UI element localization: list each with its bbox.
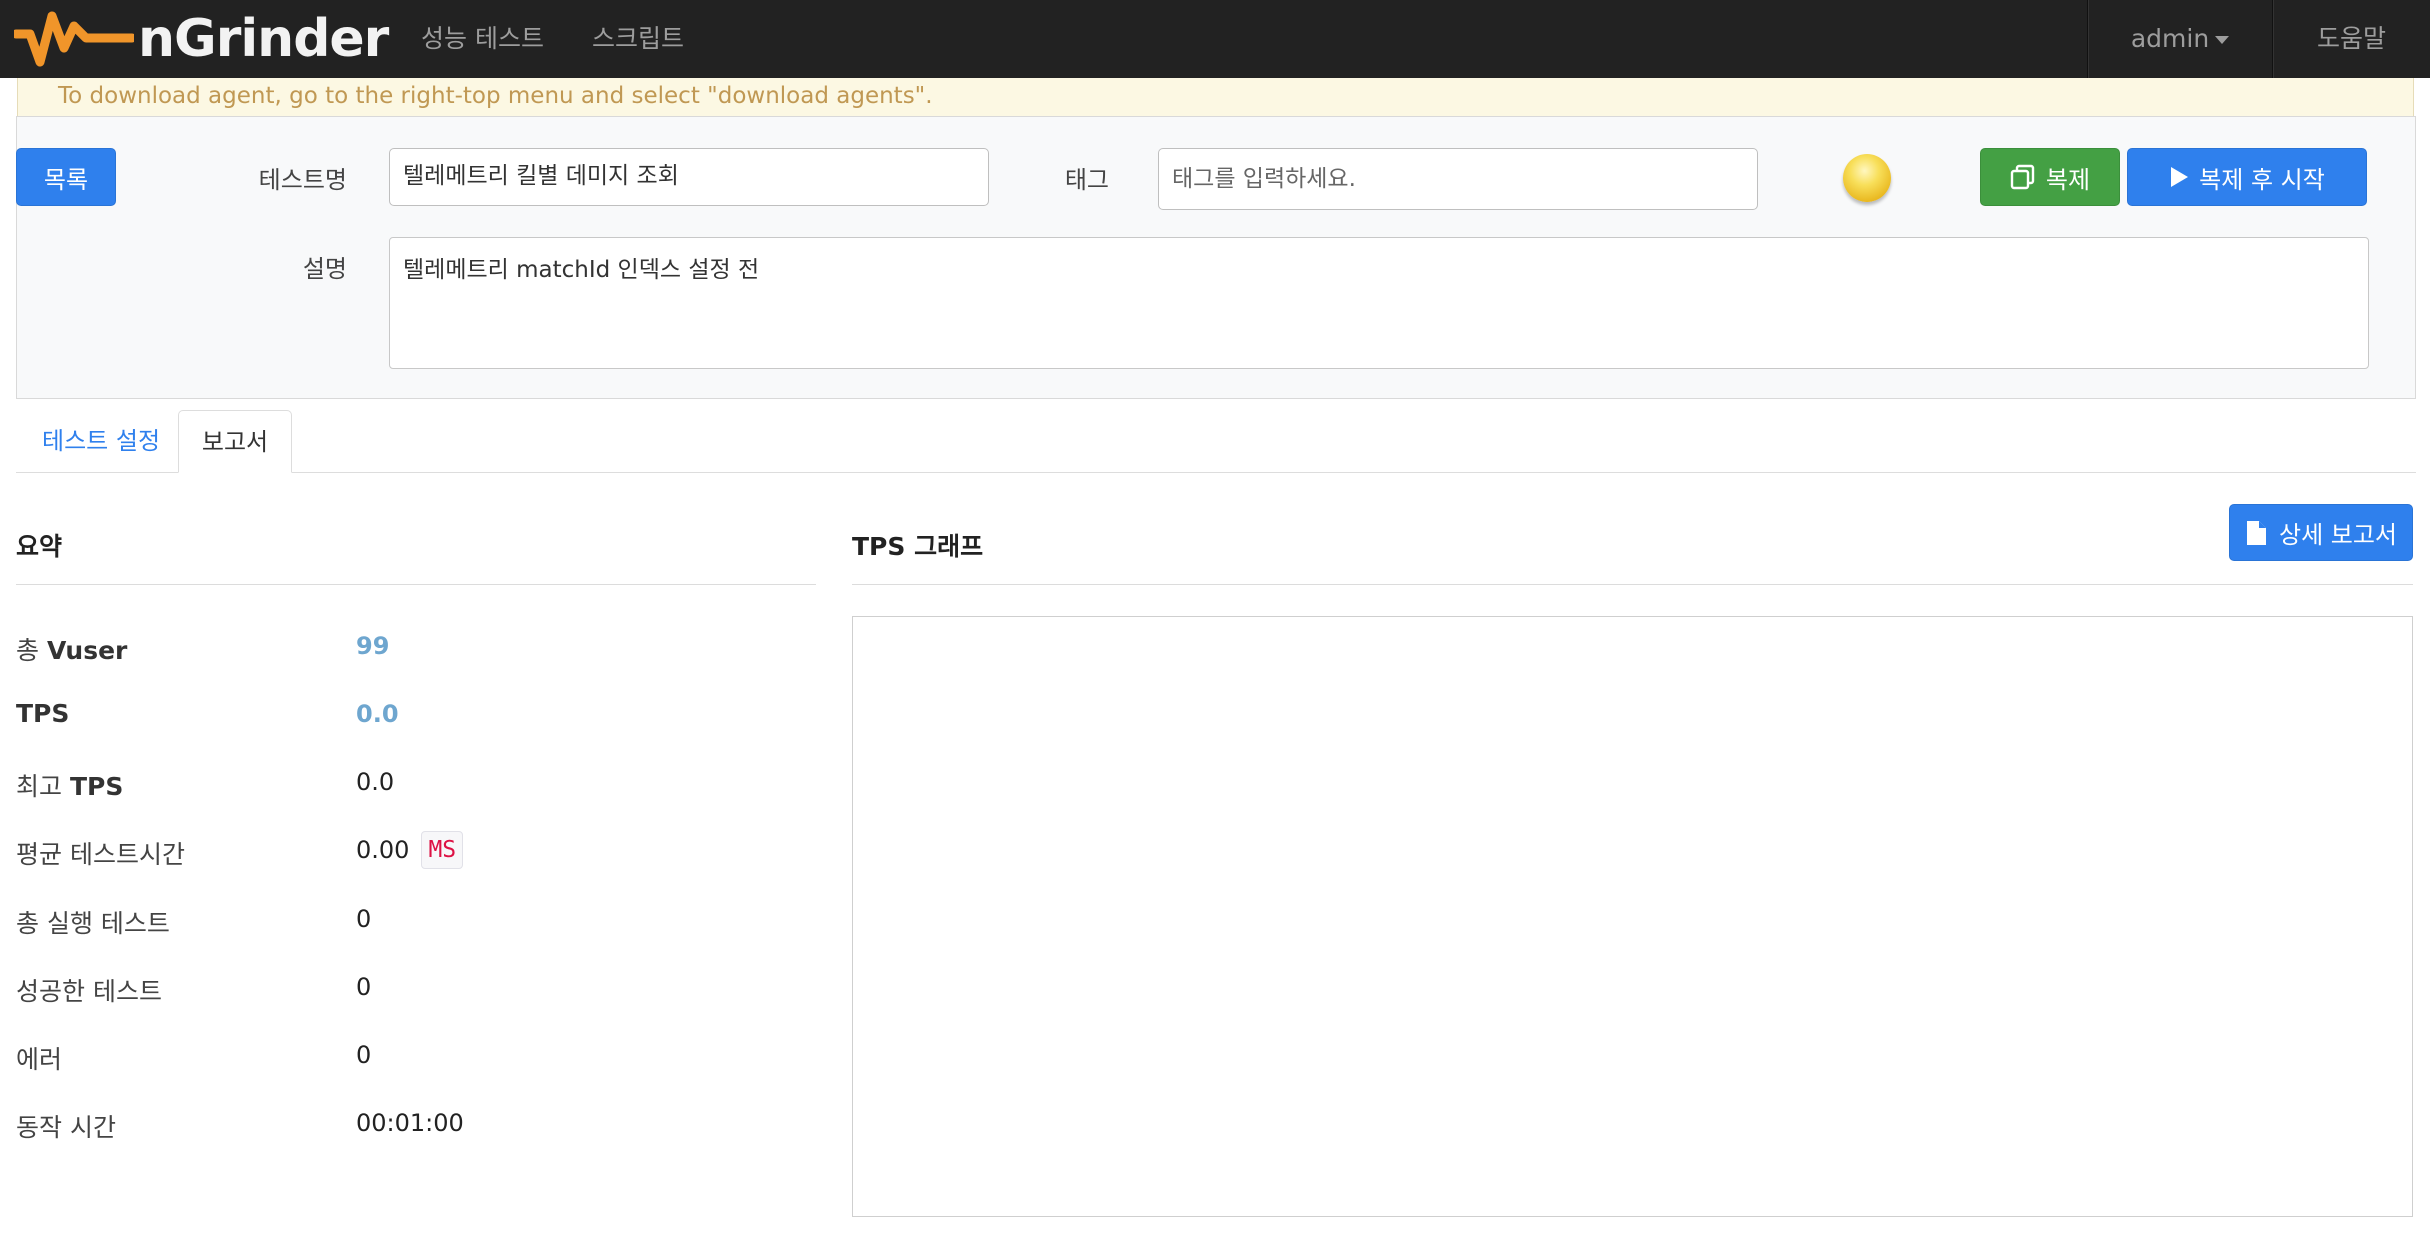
- summary-label-successful-tests: 성공한 테스트: [16, 977, 162, 1006]
- graph-divider: [852, 584, 2413, 585]
- user-menu[interactable]: admin: [2088, 0, 2272, 78]
- test-name-input[interactable]: 텔레메트리 킬별 데미지 조회: [389, 148, 989, 206]
- summary-value-executed-tests: 0: [356, 905, 372, 933]
- play-icon: [2171, 167, 2189, 187]
- summary-value-errors: 0: [356, 1041, 372, 1069]
- document-icon: [2246, 520, 2266, 545]
- tps-graph-title: TPS 그래프: [852, 532, 984, 561]
- tab-report[interactable]: 보고서: [178, 410, 292, 473]
- summary-value-total-vuser: 99: [356, 632, 390, 660]
- summary-value-successful-tests: 0: [356, 973, 372, 1001]
- download-agent-alert: To download agent, go to the right-top m…: [17, 78, 2414, 116]
- summary-label-tps: TPS: [16, 699, 70, 728]
- summary-label-executed-tests: 총 실행 테스트: [16, 909, 170, 938]
- tag-label: 태그: [1064, 166, 1109, 194]
- summary-divider: [16, 584, 816, 585]
- pulse-logo-icon: [14, 11, 134, 67]
- nav-performance-test[interactable]: 성능 테스트: [421, 0, 544, 78]
- clone-button-label: 복제: [2045, 165, 2091, 194]
- tabs-divider: [16, 472, 2416, 473]
- status-indicator-icon: [1843, 154, 1891, 202]
- clone-button[interactable]: 복제: [1980, 148, 2120, 206]
- user-name: admin: [2130, 24, 2210, 53]
- help-link[interactable]: 도움말: [2273, 0, 2430, 78]
- clone-and-start-button[interactable]: 복제 후 시작: [2127, 148, 2367, 206]
- top-navbar: nGrinder 성능 테스트 스크립트 admin 도움말: [0, 0, 2430, 78]
- copy-icon: [2010, 164, 2035, 190]
- brand-name: nGrinder: [138, 9, 389, 69]
- tps-graph-area: [852, 616, 2413, 1217]
- summary-label-errors: 에러: [16, 1045, 63, 1074]
- summary-label-total-vuser: 총 Vuser: [16, 636, 128, 665]
- tag-input[interactable]: 태그를 입력하세요.: [1158, 148, 1758, 210]
- summary-value-peak-tps: 0.0: [356, 768, 395, 796]
- ngrinder-logo[interactable]: nGrinder: [14, 8, 389, 70]
- list-button[interactable]: 목록: [16, 148, 116, 206]
- test-name-label: 테스트명: [258, 166, 347, 194]
- nav-script[interactable]: 스크립트: [592, 0, 684, 78]
- detail-report-label: 상세 보고서: [2278, 521, 2398, 549]
- test-info-panel: 목록 테스트명 텔레메트리 킬별 데미지 조회 태그 태그를 입력하세요. 복제…: [16, 116, 2416, 399]
- clone-and-start-label: 복제 후 시작: [2199, 165, 2325, 194]
- summary-value-tps: 0.0: [356, 700, 399, 728]
- summary-title: 요약: [16, 532, 63, 561]
- detail-report-button[interactable]: 상세 보고서: [2229, 504, 2413, 561]
- ms-unit-badge: MS: [421, 831, 464, 869]
- summary-label-run-time: 동작 시간: [16, 1113, 116, 1142]
- description-textarea[interactable]: 텔레메트리 matchId 인덱스 설정 전: [389, 237, 2369, 369]
- tab-test-settings[interactable]: 테스트 설정: [42, 410, 160, 473]
- summary-label-peak-tps: 최고 TPS: [16, 772, 124, 801]
- description-label: 설명: [302, 255, 347, 283]
- summary-value-mean-test-time: 0.00 MS: [356, 831, 464, 869]
- summary-label-mean-test-time: 평균 테스트시간: [16, 840, 185, 869]
- summary-value-run-time: 00:01:00: [356, 1109, 464, 1137]
- caret-down-icon: [2215, 36, 2230, 44]
